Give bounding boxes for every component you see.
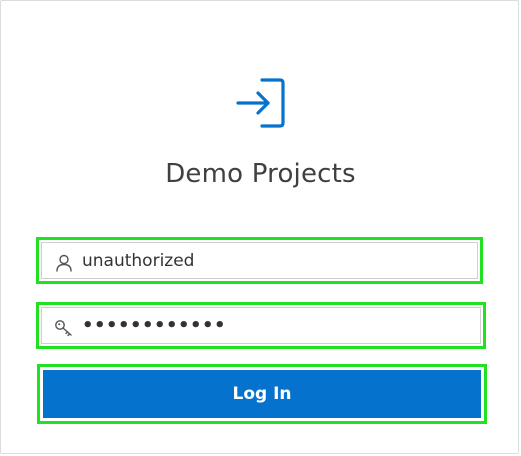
- login-button[interactable]: Log In: [43, 370, 481, 418]
- username-input[interactable]: unauthorized: [41, 242, 478, 279]
- password-field[interactable]: ••••••••••••: [36, 302, 486, 349]
- key-icon: [55, 320, 72, 337]
- password-input[interactable]: ••••••••••••: [41, 307, 481, 344]
- user-icon: [56, 254, 72, 272]
- username-field[interactable]: unauthorized: [36, 237, 483, 284]
- page-title: Demo Projects: [165, 159, 356, 189]
- username-value: unauthorized: [82, 251, 195, 271]
- password-value: ••••••••••••: [82, 315, 227, 336]
- login-card: Demo Projects unauthorized •••••••••••• …: [0, 0, 519, 454]
- login-button-frame: Log In: [37, 364, 487, 424]
- sign-in-icon: [236, 78, 285, 128]
